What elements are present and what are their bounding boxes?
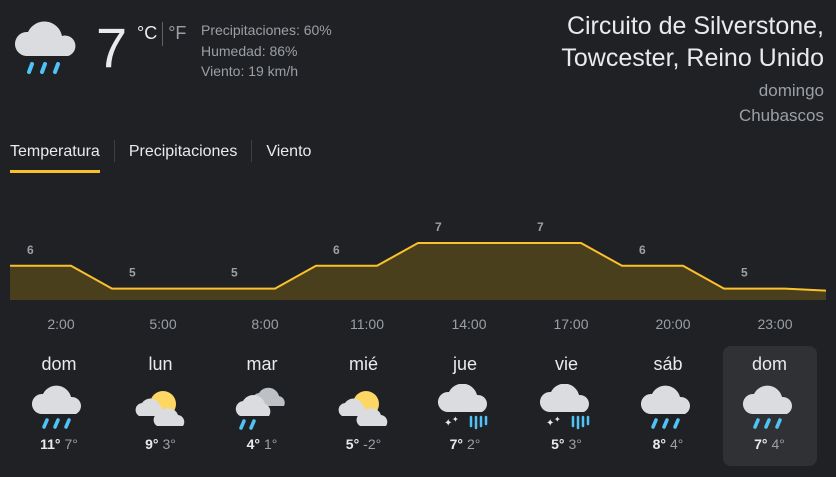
partly-sunny-icon [131,384,191,432]
temperature-data-label: 5 [231,266,238,280]
rain-cloud-icon [29,384,89,432]
forecast-day-name: jue [452,354,478,374]
forecast-temps: 11° 7° [12,436,106,452]
hour-tick-label: 2:00 [47,316,74,330]
location-line-2: Towcester, Reino Unido [561,44,824,72]
rain-cloud-icon [14,21,76,74]
tab-divider [251,140,253,162]
forecast-temps: 9° 3° [114,436,208,452]
temperature-data-label: 5 [129,266,136,280]
forecast-day[interactable]: mié 5° -2° [317,346,411,466]
unit-divider [162,22,164,46]
tab-temperature[interactable]: Temperatura [10,140,100,173]
location-title: Circuito de Silverstone, Towcester, Rein… [561,10,824,74]
forecast-high: 5° [345,436,360,452]
hour-tick-label: 20:00 [655,316,690,330]
temperature-data-label: 6 [639,243,646,257]
partly-sunny-icon [334,384,394,432]
daily-forecast: dom 11° 7° lun 9° 3° mar 4° 1° mié 5° -2° jue 7° 2° vie… [8,346,828,466]
temperature-chart: 6 2:00 5 5:00 5 8:00 6 11:00 7 14:00 7 17:00 6 20:00 5… [10,220,826,330]
tab-wind[interactable]: Viento [266,140,311,173]
forecast-day[interactable]: lun 9° 3° [114,346,208,466]
forecast-temps: 7° 4° [723,436,817,452]
hour-tick-label: 8:00 [251,316,278,330]
hour-tick-label: 17:00 [553,316,588,330]
current-day-info: domingo Chubascos [739,78,824,128]
forecast-day[interactable]: dom 11° 7° [12,346,106,466]
current-day: domingo [758,81,824,100]
rain-cloud-icon [638,384,698,432]
forecast-temps: 5° -2° [317,436,411,452]
forecast-day[interactable]: mar 4° 1° [215,346,309,466]
forecast-day-name: sáb [653,354,683,374]
forecast-day[interactable]: vie 5° 3° [520,346,614,466]
celsius-button[interactable]: °C [137,23,157,43]
forecast-high: 7° [449,436,463,452]
forecast-low: 2° [467,436,481,452]
temperature-data-label: 6 [333,243,340,257]
forecast-day-name: dom [41,354,77,374]
forecast-day-name: dom [751,354,787,374]
chart-tabs: Temperatura Precipitaciones Viento [10,140,311,178]
snow-rain-icon [537,384,597,432]
weather-details: Precipitaciones: 60% Humedad: 86% Viento… [201,20,332,82]
hour-tick-label: 23:00 [757,316,792,330]
forecast-low: -2° [363,436,382,452]
rain-clouds-icon [232,384,292,432]
forecast-temps: 8° 4° [621,436,715,452]
forecast-day-name: mar [246,354,278,374]
forecast-high: 5° [551,436,565,452]
forecast-high: 4° [246,436,260,452]
forecast-high: 9° [145,436,159,452]
forecast-low: 4° [670,436,684,452]
temperature-data-label: 6 [27,243,34,257]
hour-tick-label: 11:00 [350,316,384,330]
snow-rain-icon [435,384,495,432]
current-temperature: 7 [96,16,128,79]
forecast-low: 7° [64,436,78,452]
hour-tick-label: 5:00 [149,316,176,330]
tab-divider [113,140,115,162]
unit-toggle: °C °F [137,22,186,46]
temperature-data-label: 7 [537,220,544,234]
forecast-temps: 5° 3° [520,436,614,452]
rain-cloud-icon [740,384,800,432]
humidity-text: Humedad: 86% [201,42,298,59]
temperature-data-label: 7 [435,220,442,234]
current-condition: Chubascos [738,106,824,125]
forecast-high: 8° [652,436,666,452]
forecast-low: 3° [568,436,582,452]
forecast-high: 11° [40,436,61,452]
forecast-low: 4° [771,436,785,452]
forecast-day-name: mié [348,354,378,374]
location-line-1: Circuito de Silverstone, [566,12,824,40]
forecast-day-name: vie [554,354,578,374]
tab-precipitation[interactable]: Precipitaciones [129,140,238,173]
wind-text: Viento: 19 km/h [201,63,299,79]
hour-tick-label: 14:00 [451,316,486,330]
fahrenheit-button[interactable]: °F [168,23,186,43]
precipitation-text: Precipitaciones: 60% [201,22,332,38]
forecast-day-name: lun [148,354,173,374]
forecast-low: 3° [162,436,176,452]
forecast-day[interactable]: dom 7° 4° [722,346,817,466]
forecast-temps: 7° 2° [418,436,512,452]
forecast-low: 1° [264,436,278,452]
forecast-day[interactable]: jue 7° 2° [418,346,512,466]
forecast-temps: 4° 1° [215,436,309,452]
temperature-data-label: 5 [741,266,748,280]
forecast-day[interactable]: sáb 8° 4° [621,346,715,466]
forecast-high: 7° [754,436,768,452]
